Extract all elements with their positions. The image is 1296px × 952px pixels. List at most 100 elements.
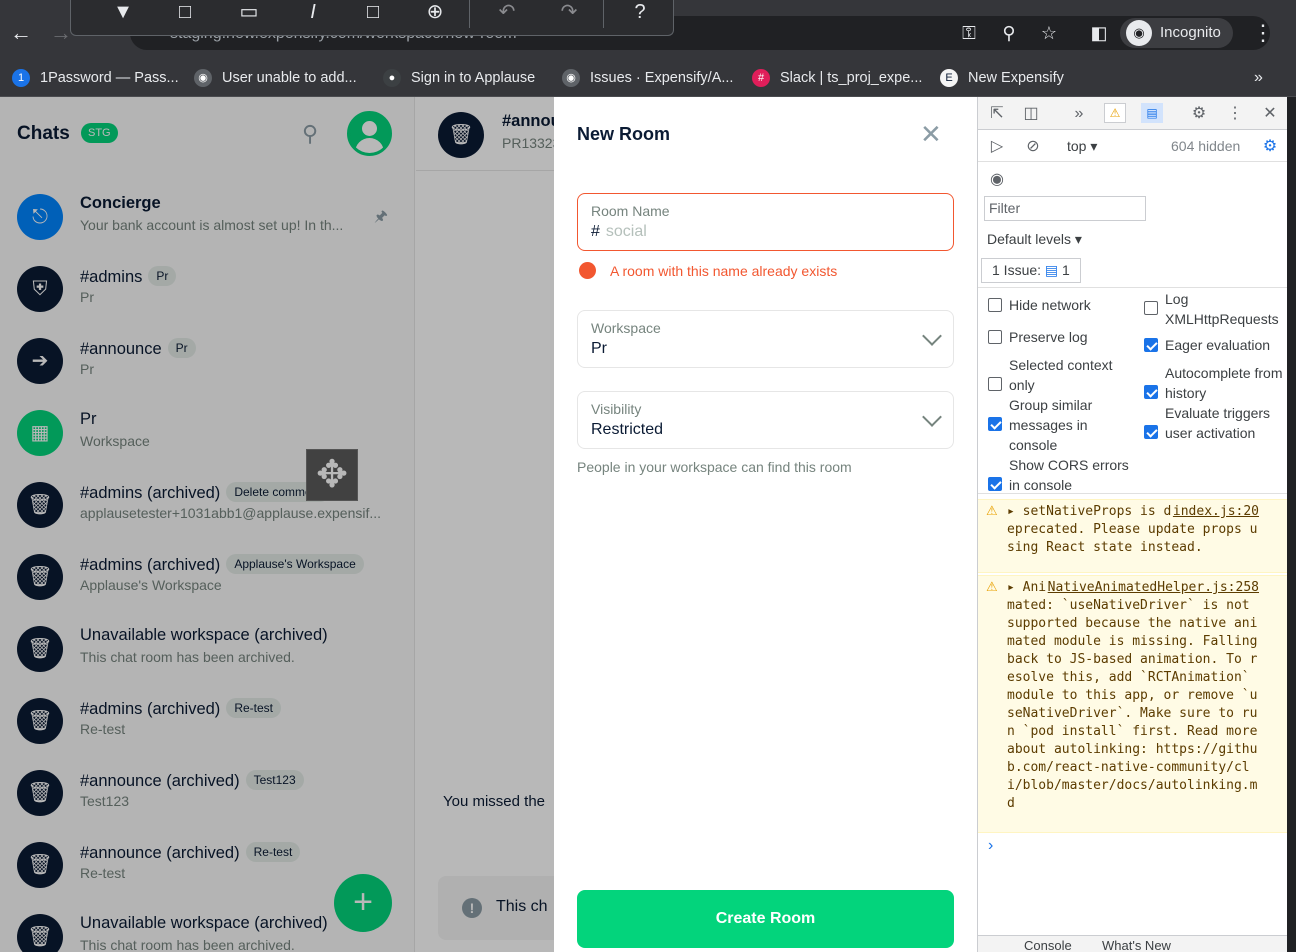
more-bookmarks-icon[interactable]: » xyxy=(1254,66,1263,90)
bookmark-applause[interactable]: ● Sign in to Applause xyxy=(383,66,535,90)
console-setting-label[interactable]: Preserve log xyxy=(1009,327,1134,347)
divider xyxy=(469,0,470,28)
divider xyxy=(978,493,1287,494)
redo-icon[interactable]: ↷ xyxy=(555,0,583,28)
inspect-element-icon[interactable]: ⇱ xyxy=(986,103,1008,125)
bookmark-1password[interactable]: 1 1Password — Pass... xyxy=(12,66,179,90)
help-icon[interactable]: ? xyxy=(626,0,654,28)
highlighter-icon[interactable]: □ xyxy=(171,0,199,28)
checkbox[interactable] xyxy=(988,417,1002,431)
warning-count-badge[interactable]: ⚠ xyxy=(1104,103,1126,123)
settings-gear-icon[interactable]: ⚙ xyxy=(1188,103,1210,125)
more-tabs-icon[interactable]: » xyxy=(1068,103,1090,125)
back-arrow-icon[interactable]: ← xyxy=(8,20,34,46)
issues-button[interactable]: 1 Issue: ▤ 1 xyxy=(981,258,1081,283)
eraser-icon[interactable]: ▭ xyxy=(235,0,263,28)
close-devtools-icon[interactable]: ✕ xyxy=(1259,103,1281,125)
devtools-menu-icon[interactable]: ⋮ xyxy=(1224,103,1246,125)
side-panel-icon[interactable]: ◧ xyxy=(1088,22,1110,44)
checkbox[interactable] xyxy=(1144,385,1158,399)
rectangle-icon[interactable]: □ xyxy=(359,0,387,28)
visibility-label: Visibility xyxy=(591,401,642,417)
bookmark-new-expensify[interactable]: E New Expensify xyxy=(940,66,1064,90)
source-link[interactable]: NativeAnimatedHelper.js:258 xyxy=(1048,579,1259,597)
warning-icon: ⚠ xyxy=(986,504,998,519)
workspace-label: Workspace xyxy=(591,320,661,336)
incognito-icon: ◉ xyxy=(1126,20,1152,47)
warning-icon: ⚠ xyxy=(986,580,998,595)
zoom-in-icon[interactable]: ⊕ xyxy=(421,0,449,28)
checkbox[interactable] xyxy=(1144,301,1158,315)
console-setting-label[interactable]: Eager evaluation xyxy=(1165,335,1285,355)
checkbox[interactable] xyxy=(988,377,1002,391)
console-setting-label[interactable]: Group similar messages in console xyxy=(1009,395,1134,455)
visibility-help: People in your workspace can find this r… xyxy=(577,459,852,475)
expand-arrow-icon[interactable]: ▸ xyxy=(1007,580,1023,595)
console-filter-input[interactable]: Filter xyxy=(984,196,1146,221)
chevron-down-icon xyxy=(922,326,942,346)
expand-arrow-icon[interactable]: ▸ xyxy=(1007,504,1023,519)
context-select[interactable]: top ▾ xyxy=(1067,138,1097,155)
console-setting-label[interactable]: Hide network xyxy=(1009,295,1134,315)
bookmarks-bar: 1 1Password — Pass... ◉ User unable to add… xyxy=(0,60,1296,97)
devtools-panel: ⇱ ◫ » ⚠ ▤ ⚙ ⋮ ✕ ▷ ⊘ top ▾ 604 hidden ⚙ ◉… xyxy=(977,97,1287,952)
console-setting-label[interactable]: Show CORS errors in console xyxy=(1009,455,1134,495)
console-toolbar: ▷ ⊘ top ▾ 604 hidden ⚙ xyxy=(978,130,1287,162)
close-icon[interactable]: ✕ xyxy=(920,121,942,147)
key-icon[interactable]: ⚿ xyxy=(958,22,980,44)
console-message-body: NativeAnimatedHelper.js:258 ▸ Animated: `… xyxy=(1007,579,1259,813)
live-expression-eye-icon[interactable]: ◉ xyxy=(986,169,1008,191)
visibility-select[interactable]: Visibility Restricted xyxy=(577,391,954,449)
workspace-select[interactable]: Workspace Pr xyxy=(577,310,954,368)
message-count-badge[interactable]: ▤ xyxy=(1141,103,1163,123)
bookmark-github-issues[interactable]: ◉ Issues · Expensify/A... xyxy=(562,66,733,90)
slack-icon: # xyxy=(752,69,770,88)
drawer-tab[interactable]: What's New xyxy=(1102,938,1171,952)
checkbox[interactable] xyxy=(988,298,1002,312)
levels-label: Default levels xyxy=(987,231,1072,247)
console-setting-label[interactable]: Selected context only xyxy=(1009,355,1134,395)
github-icon: ◉ xyxy=(562,69,580,88)
bookmark-slack[interactable]: # Slack | ts_proj_expe... xyxy=(752,66,922,90)
console-settings-icon[interactable]: ⚙ xyxy=(1259,136,1281,158)
undo-icon[interactable]: ↶ xyxy=(493,0,521,28)
clear-console-icon[interactable]: ⊘ xyxy=(1022,136,1044,158)
log-levels-select[interactable]: Default levels ▾ xyxy=(987,231,1082,248)
incognito-badge[interactable]: ◉ Incognito xyxy=(1120,18,1233,48)
console-warning[interactable]: ⚠ NativeAnimatedHelper.js:258 ▸ Animated: … xyxy=(978,575,1287,833)
kebab-menu-icon[interactable]: ⋮ xyxy=(1252,20,1274,46)
error-icon xyxy=(579,262,596,279)
drawer-tab[interactable]: Console xyxy=(1024,938,1072,952)
room-name-field[interactable]: Room Name # social xyxy=(577,193,954,251)
source-link[interactable]: index.js:20 xyxy=(1173,503,1259,521)
bookmark-github-issue[interactable]: ◉ User unable to add... xyxy=(194,66,357,90)
bookmark-label: Slack | ts_proj_expe... xyxy=(780,70,923,86)
sidebar-toggle-icon[interactable]: ▷ xyxy=(986,136,1008,158)
room-name-label: Room Name xyxy=(591,203,670,219)
checkbox[interactable] xyxy=(988,330,1002,344)
modal-backdrop[interactable] xyxy=(0,97,554,952)
create-room-button[interactable]: Create Room xyxy=(577,890,954,948)
issues-icon: ▤ xyxy=(1044,262,1059,278)
console-setting-label[interactable]: Evaluate triggers user activation xyxy=(1165,403,1285,443)
console-setting-label[interactable]: Autocomplete from history xyxy=(1165,363,1285,403)
context-value: top xyxy=(1067,138,1087,154)
expensify-icon: E xyxy=(940,69,958,88)
device-toolbar-icon[interactable]: ◫ xyxy=(1020,103,1042,125)
star-icon[interactable]: ☆ xyxy=(1038,22,1060,44)
checkbox[interactable] xyxy=(1144,338,1158,352)
room-name-placeholder: social xyxy=(605,223,647,240)
zoom-out-icon[interactable]: ⚲ xyxy=(998,22,1020,44)
checkbox[interactable] xyxy=(988,477,1002,491)
console-prompt-icon[interactable]: › xyxy=(988,837,993,855)
checkbox[interactable] xyxy=(1144,425,1158,439)
pen-icon[interactable]: ▼ xyxy=(109,0,137,28)
console-message-text: Animated: `useNativeDriver` is not suppo… xyxy=(1007,580,1258,811)
text-tool-icon[interactable]: I xyxy=(299,0,327,28)
console-warning[interactable]: ⚠ index.js:20 ▸ setNativeProps is deprecat… xyxy=(978,499,1287,573)
console-setting-label[interactable]: Log XMLHttpRequests xyxy=(1165,289,1285,329)
github-icon: ◉ xyxy=(194,69,212,88)
bookmark-label: User unable to add... xyxy=(222,70,357,86)
room-name-input[interactable]: # social xyxy=(591,223,647,241)
bookmark-label: 1Password — Pass... xyxy=(40,70,179,86)
